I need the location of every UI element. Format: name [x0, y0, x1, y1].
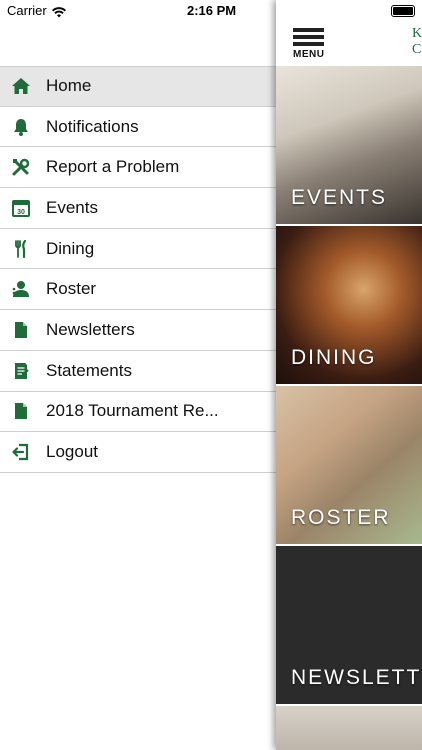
- statement-icon: [11, 361, 31, 381]
- bell-icon: [11, 117, 31, 137]
- tile-newsletters[interactable]: NEWSLETT: [276, 546, 422, 704]
- drawer-item-label: Home: [46, 76, 92, 96]
- brand-line-1: K: [412, 26, 422, 41]
- tile-roster[interactable]: ROSTER: [276, 386, 422, 544]
- drawer-item-label: Newsletters: [46, 319, 135, 339]
- drawer-item-home[interactable]: Home: [0, 66, 276, 107]
- svg-text:30: 30: [17, 209, 25, 216]
- hamburger-icon: [293, 28, 324, 32]
- drawer-item-newsletters[interactable]: Newsletters: [0, 310, 276, 351]
- hamburger-icon-bar: [293, 35, 324, 39]
- drawer-item-label: Events: [46, 197, 98, 217]
- fork-knife-icon: [11, 239, 31, 259]
- tile-label: DINING: [291, 346, 377, 369]
- drawer-item-label: Logout: [46, 442, 98, 462]
- document-icon: [11, 401, 31, 421]
- tile-dining[interactable]: DINING: [276, 226, 422, 384]
- wifi-icon: [52, 5, 66, 18]
- drawer-item-logout[interactable]: Logout: [0, 432, 276, 473]
- tile-next[interactable]: [276, 706, 422, 750]
- tile-label: ROSTER: [291, 506, 391, 529]
- clock: 2:16 PM: [187, 3, 237, 18]
- drawer-item-label: Roster: [46, 279, 97, 299]
- logout-icon: [11, 442, 31, 462]
- drawer-item-report-a-problem[interactable]: Report a Problem: [0, 147, 276, 189]
- drawer-item-roster[interactable]: Roster: [0, 269, 276, 311]
- drawer-item-events[interactable]: 30 Events: [0, 188, 276, 229]
- document-icon: [11, 320, 31, 340]
- brand-logo: K C: [412, 26, 422, 58]
- tile-events[interactable]: EVENTS: [276, 66, 422, 224]
- brand-line-2: C: [412, 42, 422, 57]
- drawer-item-notifications[interactable]: Notifications: [0, 106, 276, 148]
- hamburger-icon-bar: [293, 42, 324, 46]
- battery-icon: [391, 5, 415, 17]
- calendar-icon: 30: [11, 198, 31, 218]
- drawer-item-label: Notifications: [46, 116, 139, 136]
- person-icon: [11, 279, 31, 299]
- drawer-item-label: 2018 Tournament Re...: [46, 401, 219, 421]
- menu-label: MENU: [293, 49, 325, 60]
- drawer-item-2018-tournament[interactable]: 2018 Tournament Re...: [0, 391, 276, 433]
- drawer-item-label: Report a Problem: [46, 157, 180, 177]
- tile-label: NEWSLETT: [291, 666, 422, 689]
- carrier-label: Carrier: [7, 3, 47, 18]
- drawer-item-label: Dining: [46, 238, 95, 258]
- main-app-panel[interactable]: MENU K C EVENTS DINING ROSTER NEWSLETT: [276, 0, 422, 750]
- app-header: MENU K C: [276, 22, 422, 66]
- home-icon: [11, 76, 31, 96]
- menu-button[interactable]: MENU: [293, 28, 327, 62]
- drawer-item-statements[interactable]: Statements: [0, 350, 276, 392]
- side-drawer: Home Notifications Report a Problem 30 E…: [0, 66, 276, 473]
- tools-icon: [11, 157, 31, 177]
- status-bar: Carrier 2:16 PM: [0, 0, 422, 22]
- drawer-item-label: Statements: [46, 360, 132, 380]
- drawer-item-dining[interactable]: Dining: [0, 228, 276, 270]
- tile-label: EVENTS: [291, 186, 388, 209]
